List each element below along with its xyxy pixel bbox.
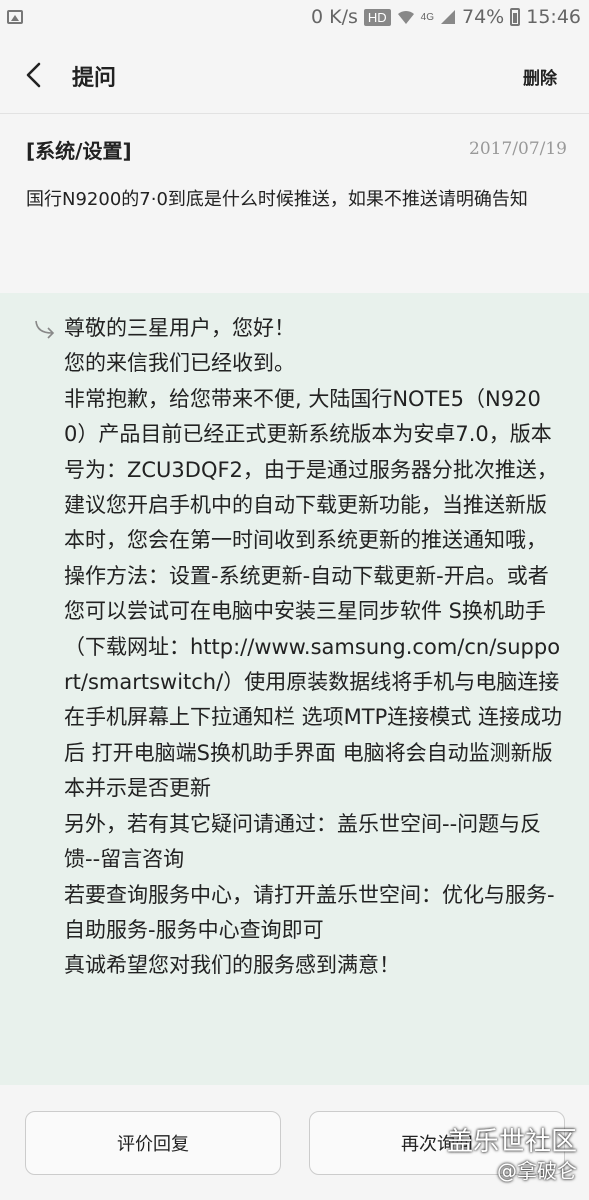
- clock: 15:46: [526, 6, 581, 28]
- reply-line: 尊敬的三星用户，您好！: [64, 316, 295, 340]
- page-title: 提问: [72, 66, 117, 91]
- gallery-icon: [7, 10, 23, 24]
- reply-arrow-icon: [35, 320, 55, 339]
- question-card: [系统/设置] 2017/07/19 国行N9200的7·0到底是什么时候推送，…: [0, 115, 589, 293]
- reply-text: 尊敬的三星用户，您好！ 您的来信我们已经收到。 非常抱歉，给您带来不便, 大陆国…: [64, 311, 564, 984]
- reply-line: 真诚希望您对我们的服务感到满意！: [64, 953, 400, 978]
- hd-badge: HD: [363, 8, 391, 26]
- app-bar: 提问 删除: [0, 38, 589, 114]
- question-text: 国行N9200的7·0到底是什么时候推送，如果不推送请明确告知: [26, 189, 528, 210]
- delete-button[interactable]: 删除: [523, 64, 557, 89]
- watermark-sub: @拿破仑: [497, 1159, 577, 1183]
- reply-line: 另外，若有其它疑问请通过：盖乐世空间--问题与反馈--留言咨询: [64, 811, 542, 872]
- chevron-left-icon: [26, 62, 41, 88]
- back-button[interactable]: [18, 60, 48, 90]
- reply-line: 若要查询服务中心，请打开盖乐世空间：优化与服务-自助服务-服务中心查询即可: [64, 882, 555, 942]
- wifi-icon: [397, 9, 415, 25]
- reply-card: 尊敬的三星用户，您好！ 您的来信我们已经收到。 非常抱歉，给您带来不便, 大陆国…: [0, 293, 589, 1085]
- status-indicators: 0 K/s HD 4G 74% 15:46: [311, 6, 581, 28]
- watermark: 盖乐世社区 @拿破仑: [447, 1126, 577, 1184]
- reply-line: 非常抱歉，给您带来不便, 大陆国行NOTE5（N9200）产品目前已经正式更新系…: [64, 386, 562, 801]
- question-date: 2017/07/19: [469, 139, 567, 159]
- reply-line: 您的来信我们已经收到。: [64, 351, 295, 376]
- battery-percent: 74%: [462, 6, 505, 28]
- rate-reply-button[interactable]: 评价回复: [25, 1111, 281, 1175]
- watermark-main: 盖乐世社区: [446, 1127, 577, 1157]
- signal-icon: [440, 9, 456, 25]
- network-type: 4G: [420, 11, 434, 23]
- battery-icon: [510, 8, 521, 26]
- status-bar: 0 K/s HD 4G 74% 15:46: [0, 0, 589, 38]
- network-speed: 0 K/s: [310, 6, 358, 28]
- bottom-actions: 评价回复 再次询问 盖乐世社区 @拿破仑: [0, 1085, 589, 1200]
- question-category: [系统/设置]: [26, 139, 132, 163]
